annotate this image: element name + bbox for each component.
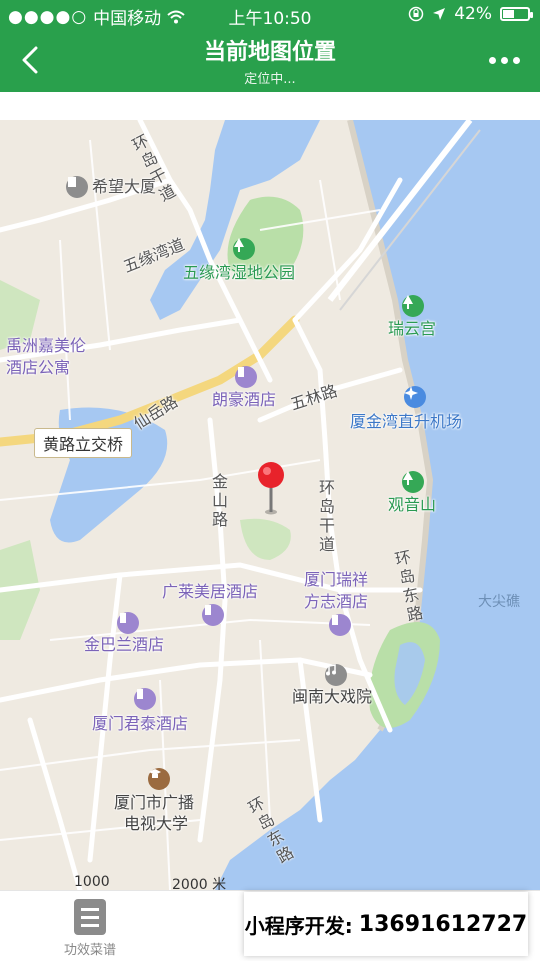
place-label[interactable]: 瑞云宫 <box>388 319 436 339</box>
battery-percent: 42% <box>454 4 492 24</box>
status-bar: ●●●●○ 中国移动 上午10:50 42% <box>0 0 540 29</box>
place-label[interactable]: 闽南大戏院 <box>292 687 372 707</box>
place-label[interactable]: 厦门君泰酒店 <box>92 714 188 734</box>
page-title: 当前地图位置 <box>203 40 336 65</box>
map-view[interactable]: 希望大厦 五缘湾湿地公园 瑞云宫 禹洲嘉美伦 酒店公寓 朗豪酒店 厦金湾直升机场… <box>0 120 540 890</box>
hotel-icon <box>134 688 156 710</box>
place-label[interactable]: 金巴兰酒店 <box>84 635 164 655</box>
battery-icon <box>500 7 533 21</box>
promo-banner[interactable]: 小程序开发: 13691612727 <box>244 892 528 956</box>
place-label[interactable]: 电视大学 <box>124 814 188 834</box>
more-button[interactable] <box>484 46 524 74</box>
place-label[interactable]: 禹洲嘉美伦 <box>6 336 86 356</box>
status-right: 42% <box>408 4 533 24</box>
hotel-icon <box>202 604 224 626</box>
nav-bar: 当前地图位置 定位中... <box>0 28 540 92</box>
spacer <box>0 92 540 120</box>
sea-label: 大尖礁 <box>478 594 520 610</box>
more-dot-icon <box>488 56 496 64</box>
more-dot-icon <box>512 56 520 64</box>
school-icon <box>148 768 170 790</box>
tab-recipes[interactable]: 功效菜谱 <box>30 899 150 958</box>
road-label: 金山路 <box>211 472 228 529</box>
mountain-icon <box>402 471 424 493</box>
more-dot-icon <box>500 56 508 64</box>
place-label[interactable]: 朗豪酒店 <box>212 390 276 410</box>
hotel-icon <box>235 366 257 388</box>
place-label[interactable]: 观音山 <box>388 495 436 515</box>
place-label[interactable]: 方志酒店 <box>304 592 368 612</box>
tab-label: 功效菜谱 <box>63 943 116 958</box>
temple-icon <box>402 295 424 317</box>
building-icon <box>66 176 88 198</box>
location-pin-icon <box>258 462 284 515</box>
hotel-icon <box>329 614 351 636</box>
bridge-label[interactable]: 黄路立交桥 <box>34 428 133 458</box>
location-arrow-icon <box>433 8 446 20</box>
hotel-icon <box>117 612 139 634</box>
music-icon <box>325 664 347 686</box>
airplane-icon <box>404 386 426 408</box>
scale-label: 2000 米 <box>172 877 227 890</box>
scale-label: 1000 <box>74 874 110 890</box>
place-label[interactable]: 广莱美居酒店 <box>162 582 258 602</box>
place-label[interactable]: 酒店公寓 <box>6 358 70 378</box>
place-label[interactable]: 厦金湾直升机场 <box>350 412 462 432</box>
list-icon <box>74 899 106 935</box>
promo-label: 小程序开发: <box>244 913 353 938</box>
place-label[interactable]: 厦门瑞祥 <box>304 570 368 590</box>
rotation-lock-icon <box>408 6 424 22</box>
park-icon <box>233 238 255 260</box>
page-subtitle: 定位中... <box>244 72 296 87</box>
place-label[interactable]: 五缘湾湿地公园 <box>183 263 295 283</box>
place-label[interactable]: 希望大厦 <box>92 177 156 197</box>
promo-phone: 13691612727 <box>358 911 528 937</box>
road-label: 环岛干道 <box>318 478 335 554</box>
place-label[interactable]: 厦门市广播 <box>114 793 194 813</box>
